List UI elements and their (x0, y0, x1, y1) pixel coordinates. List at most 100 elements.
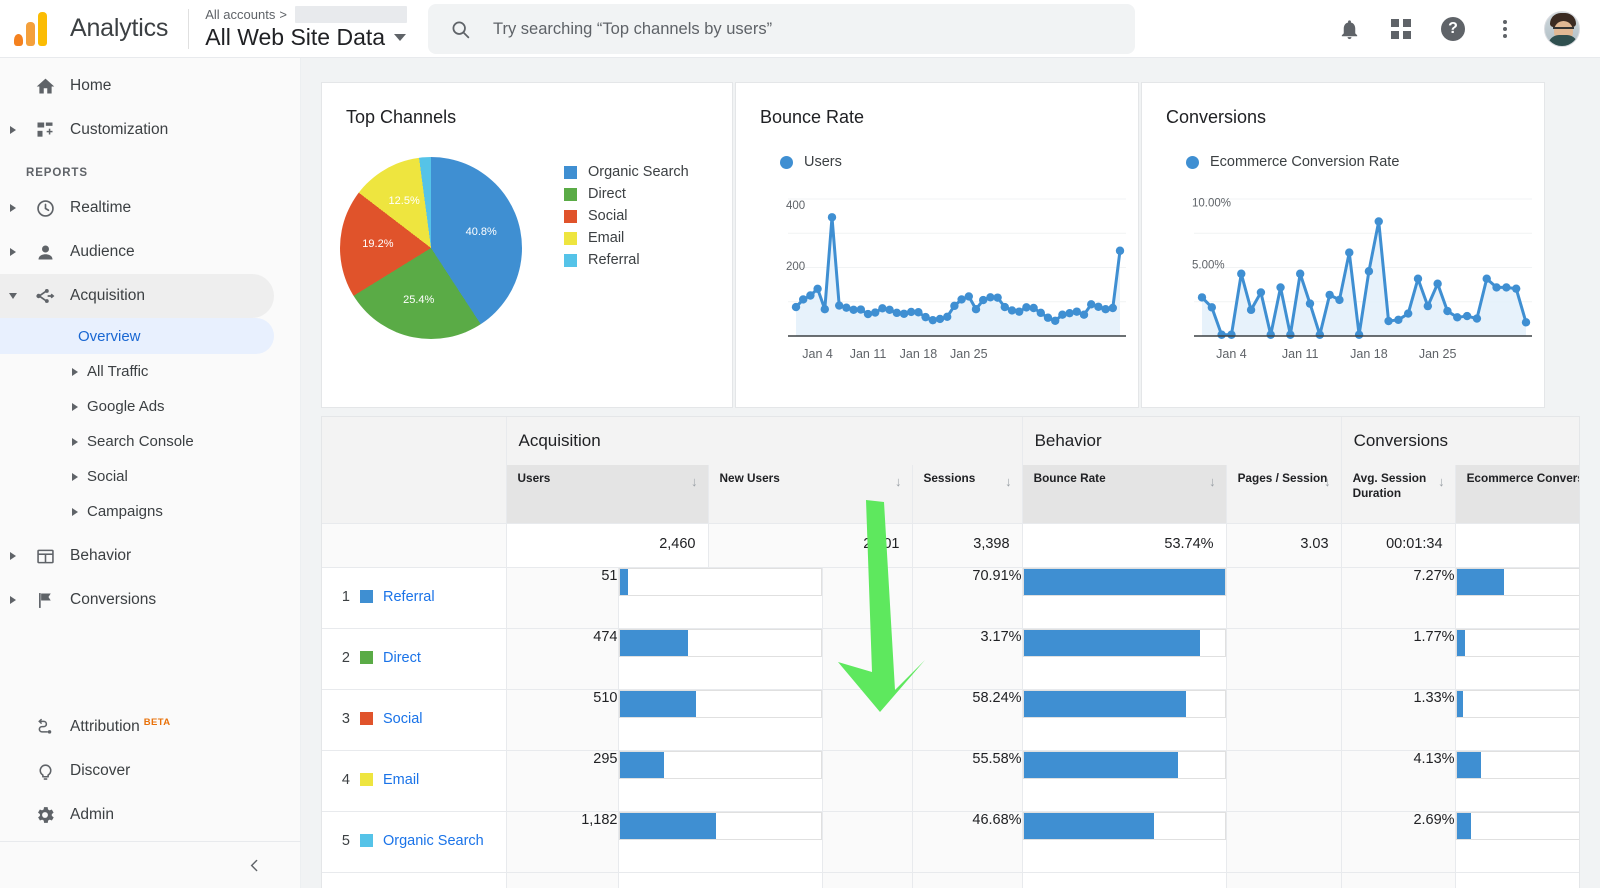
legend-item[interactable]: Organic Search (564, 161, 689, 183)
expand-arrow-icon[interactable] (0, 552, 26, 560)
channel-link[interactable]: Referral (383, 589, 435, 605)
channel-link[interactable]: Organic Search (383, 833, 484, 849)
data-point (1375, 217, 1383, 225)
data-point (1453, 313, 1461, 321)
expand-arrow-icon[interactable] (72, 368, 78, 376)
expand-arrow-icon[interactable] (0, 596, 26, 604)
legend-item[interactable]: Direct (564, 183, 689, 205)
avatar[interactable] (1544, 11, 1580, 47)
sidebar-item-audience[interactable]: Audience (0, 230, 300, 274)
data-point (1384, 317, 1392, 325)
sidebar-item-google-ads[interactable]: Google Ads (0, 389, 300, 424)
data-point (1094, 303, 1102, 311)
table-row[interactable]: 4Email29555.58%4.13% (322, 750, 1580, 811)
cell-avg-duration-blank (1226, 811, 1341, 872)
data-point (1345, 248, 1353, 256)
channel-link[interactable]: Social (383, 711, 423, 727)
sidebar-item-all-traffic[interactable]: All Traffic (0, 354, 300, 389)
cell-channel (322, 872, 506, 888)
chart-legend[interactable]: Users (780, 154, 1138, 170)
header-ecommerce-conversion-rate[interactable]: Ecommerce Conversion Rate ↓ (1455, 465, 1580, 523)
sidebar-item-admin[interactable]: Admin (0, 793, 301, 837)
pie-label-direct: 25.4% (403, 294, 434, 306)
header-pages-session[interactable]: Pages / Session ↓ (1226, 465, 1341, 523)
header-new-users[interactable]: New Users ↓ (708, 465, 912, 523)
expand-arrow-icon[interactable] (72, 508, 78, 516)
view-name: All Web Site Data (205, 24, 385, 51)
cell-users-bar (618, 750, 822, 811)
arrow-down-icon[interactable]: ↓ (1209, 474, 1216, 490)
help-icon[interactable]: ? (1440, 16, 1466, 42)
cell-sessions-blank (822, 750, 912, 811)
expand-arrow-icon[interactable] (72, 473, 78, 481)
expand-arrow-icon[interactable] (0, 126, 26, 134)
table-row[interactable]: 1Referral5170.91%7.27% (322, 567, 1580, 628)
breadcrumb[interactable]: All accounts > (205, 6, 407, 23)
legend-item[interactable]: Referral (564, 249, 689, 271)
sidebar-item-campaigns[interactable]: Campaigns (0, 494, 300, 529)
arrow-down-icon[interactable]: ↓ (895, 474, 902, 490)
table-row[interactable] (322, 872, 1580, 888)
sidebar-item-behavior[interactable]: Behavior (0, 534, 300, 578)
sidebar-item-conversions[interactable]: Conversions (0, 578, 300, 622)
sidebar-item-overview[interactable]: Overview (0, 318, 274, 354)
expand-arrow-icon[interactable] (72, 438, 78, 446)
legend-label: Users (804, 154, 842, 170)
bell-icon[interactable] (1336, 16, 1362, 42)
cell-users (506, 872, 618, 888)
channel-link[interactable]: Direct (383, 650, 421, 666)
expand-arrow-icon[interactable] (0, 204, 26, 212)
header-avg-session-duration[interactable]: Avg. Session Duration ↓ (1341, 465, 1455, 523)
cell-bounce-rate-bar (1022, 872, 1226, 888)
sidebar-item-realtime[interactable]: Realtime (0, 186, 300, 230)
sidebar-item-home[interactable]: Home (0, 64, 300, 108)
expand-arrow-icon[interactable] (72, 403, 78, 411)
view-selector[interactable]: All Web Site Data (205, 24, 407, 51)
sidebar-item-search-console[interactable]: Search Console (0, 424, 300, 459)
header-sessions[interactable]: Sessions ↓ (912, 465, 1022, 523)
sidebar-item-social[interactable]: Social (0, 459, 300, 494)
more-vert-icon[interactable] (1492, 16, 1518, 42)
header-users[interactable]: Users ↓ (506, 465, 708, 523)
header-bounce-rate[interactable]: Bounce Rate ↓ (1022, 465, 1226, 523)
cell-ecom-conv-rate-bar (1455, 567, 1580, 628)
arrow-down-icon[interactable]: ↓ (691, 474, 698, 490)
arrow-down-icon[interactable]: ↓ (1438, 474, 1445, 490)
chart-legend[interactable]: Ecommerce Conversion Rate (1186, 154, 1544, 170)
breadcrumb-all-accounts[interactable]: All accounts (205, 7, 275, 22)
channel-link[interactable]: Email (383, 772, 419, 788)
search-bar[interactable]: Try searching “Top channels by users” (428, 4, 1135, 54)
data-point (1365, 267, 1373, 275)
sidebar-item-discover[interactable]: Discover (0, 749, 301, 793)
cell-channel: 4Email (322, 750, 506, 811)
apps-grid-icon[interactable] (1388, 16, 1414, 42)
flag-icon (26, 590, 64, 611)
legend-item[interactable]: Email (564, 227, 689, 249)
collapse-arrow-icon[interactable] (0, 293, 26, 299)
chevron-down-icon[interactable] (394, 34, 406, 41)
table-row[interactable]: 2Direct4743.17%1.77% (322, 628, 1580, 689)
sidebar-item-customization[interactable]: Customization (0, 108, 300, 152)
arrow-down-icon[interactable]: ↓ (1005, 474, 1012, 490)
table-row[interactable]: 5Organic Search1,18246.68%2.69% (322, 811, 1580, 872)
data-point (943, 313, 951, 321)
data-point (965, 292, 973, 300)
data-point (1394, 316, 1402, 324)
account-selector[interactable]: All accounts > All Web Site Data (205, 3, 407, 55)
table-row[interactable]: 3Social51058.24%1.33% (322, 689, 1580, 750)
cell-bounce-rate (912, 872, 1022, 888)
arrow-down-icon[interactable]: ↓ (1324, 474, 1331, 490)
overview-cards-row: Top Channels 40.8% 25.4% 19.2% 12.5% Org… (301, 58, 1600, 408)
sidebar-item-attribution[interactable]: AttributionBETA (0, 705, 301, 749)
search-input[interactable]: Try searching “Top channels by users” (493, 20, 772, 39)
legend-item[interactable]: Social (564, 205, 689, 227)
sidebar-item-label: Admin (70, 806, 114, 824)
pie-chart: 40.8% 25.4% 19.2% 12.5% (340, 157, 540, 357)
cell-users-bar (618, 567, 822, 628)
collapse-sidebar-button[interactable] (0, 842, 301, 888)
expand-arrow-icon[interactable] (0, 248, 26, 256)
sidebar-section-reports: REPORTS (0, 152, 300, 186)
top-channels-card: Top Channels 40.8% 25.4% 19.2% 12.5% Org… (321, 82, 733, 408)
data-point (1424, 302, 1432, 310)
sidebar-item-acquisition[interactable]: Acquisition (0, 274, 274, 318)
